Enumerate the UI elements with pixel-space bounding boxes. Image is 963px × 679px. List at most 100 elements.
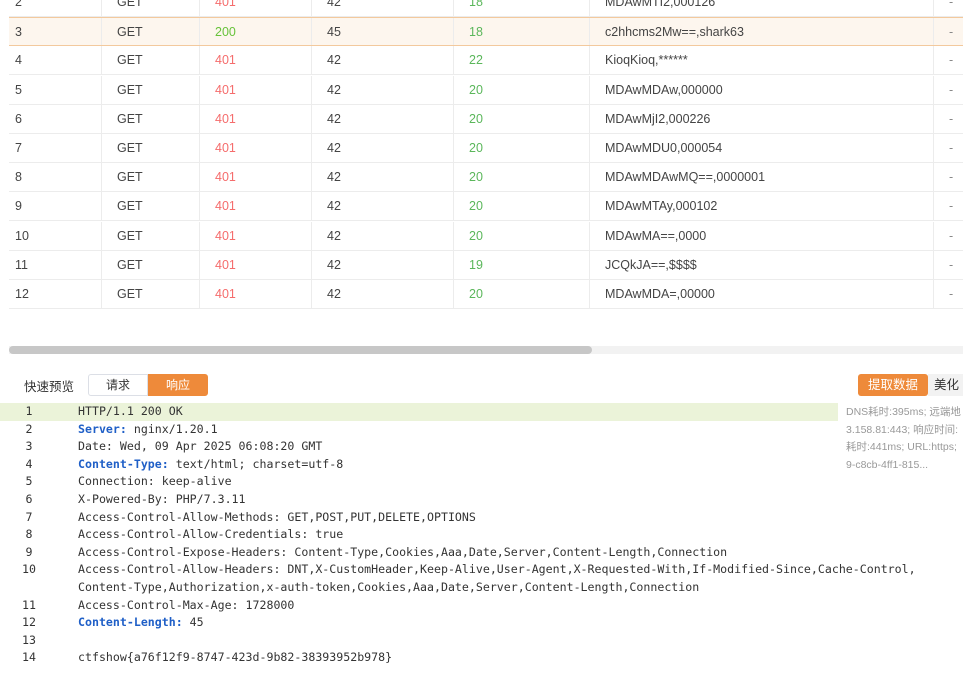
- row-length: 42: [311, 250, 453, 279]
- tab-response[interactable]: 响应: [148, 374, 208, 396]
- table-row[interactable]: 7 GET 401 42 20 MDAwMDU0,000054-: [9, 134, 963, 163]
- line-number: 2: [25, 421, 33, 436]
- row-method: GET: [101, 221, 199, 250]
- table-row[interactable]: 12 GET 401 42 20 MDAwMDA=,00000-: [9, 280, 963, 309]
- extract-data-button[interactable]: 提取数据: [858, 374, 928, 396]
- table-row[interactable]: 3 GET 200 45 18 c2hhcms2Mw==,shark63-: [9, 17, 963, 47]
- row-extra: -: [933, 250, 963, 279]
- beautify-button[interactable]: 美化: [928, 374, 963, 396]
- tab-request[interactable]: 请求: [88, 374, 148, 396]
- code-line: 3 Date: Wed, 09 Apr 2025 06:08:20 GMT: [0, 438, 963, 456]
- header-key: Server:: [78, 421, 127, 436]
- row-id: 12: [15, 287, 29, 301]
- timing-line: 9-c8cb-4ff1-815...: [846, 458, 929, 471]
- row-status: 401: [199, 75, 311, 104]
- line-text: Access-Control-Allow-Credentials: true: [78, 526, 343, 544]
- row-id: 2: [15, 0, 22, 9]
- response-viewer: 1 HTTP/1.1 200 OK 2 Server: nginx/1.20.1 3 Da…: [0, 403, 963, 679]
- row-id: 11: [15, 257, 28, 272]
- timing-line: DNS耗时:395ms; 远端地: [846, 406, 961, 418]
- line-value: HTTP/1.1 200 OK: [78, 404, 183, 418]
- row-length: 42: [311, 163, 453, 192]
- row-status: 401: [199, 250, 311, 279]
- line-text: Content-Type: text/html; charset=utf-8: [78, 456, 343, 474]
- code-line: 9 Access-Control-Expose-Headers: Content-…: [0, 544, 963, 562]
- table-row[interactable]: 9 GET 401 42 20 MDAwMTAy,000102-: [9, 192, 963, 222]
- row-status: 401: [199, 0, 311, 16]
- line-text: X-Powered-By: PHP/7.3.11: [78, 491, 246, 509]
- code-line: 12 Content-Length: 45: [0, 614, 963, 632]
- preview-label: 快速预览: [24, 380, 75, 394]
- code-line: 8 Access-Control-Allow-Credentials: true: [0, 526, 963, 544]
- table-row[interactable]: 5 GET 401 42 20 MDAwMDAw,000000-: [9, 75, 963, 105]
- code-line: 4 Content-Type: text/html; charset=utf-8: [0, 456, 963, 474]
- line-number: 3: [25, 439, 33, 454]
- row-payload: MDAwMjI2,000226: [589, 104, 933, 133]
- row-extra: -: [933, 75, 963, 104]
- line-number: 10: [22, 562, 36, 577]
- row-time: 20: [453, 280, 589, 308]
- line-number: 7: [25, 509, 33, 524]
- row-method: GET: [101, 104, 199, 133]
- row-payload: MDAwMDU0,000054: [589, 134, 933, 162]
- line-number: 5: [25, 474, 33, 489]
- line-number: 12: [22, 615, 36, 630]
- table-row[interactable]: 6 GET 401 42 20 MDAwMjI2,000226-: [9, 104, 963, 134]
- row-status: 401: [199, 221, 311, 250]
- header-key: Content-Length:: [78, 615, 183, 630]
- line-value: text/html; charset=utf-8: [168, 456, 344, 471]
- row-id: 6: [15, 111, 22, 126]
- line-number: 8: [25, 527, 33, 542]
- row-payload: MDAwMA==,0000: [589, 221, 933, 250]
- code-line: 13: [0, 632, 963, 650]
- code-line: 7 Access-Control-Allow-Methods: GET,POST,…: [0, 509, 963, 527]
- line-number: 11: [22, 597, 36, 612]
- row-time: 20: [453, 221, 589, 250]
- row-method: GET: [101, 46, 199, 75]
- row-method: GET: [101, 18, 199, 46]
- table-row[interactable]: 11 GET 401 42 19 JCQkJA==,$$$$ -: [9, 250, 963, 280]
- row-method: GET: [101, 280, 199, 308]
- horizontal-scrollbar[interactable]: [9, 346, 963, 354]
- row-time: 18: [453, 18, 589, 46]
- line-text: Content-Type,Authorization,x-auth-token,…: [78, 579, 699, 597]
- row-status: 401: [199, 46, 311, 75]
- row-extra: -: [933, 46, 963, 75]
- line-number: 9: [25, 544, 33, 559]
- table-row[interactable]: 10 GET 401 42 20 MDAwMA==,0000-: [9, 221, 963, 251]
- line-value: Access-Control-Allow-Headers: DNT,X-Cust…: [78, 562, 916, 577]
- row-extra: -: [933, 221, 963, 250]
- row-status: 401: [199, 104, 311, 133]
- row-extra: -: [933, 134, 963, 162]
- row-payload: c2hhcms2Mw==,shark63: [589, 18, 933, 46]
- row-length: 45: [311, 18, 453, 46]
- row-method: GET: [101, 192, 199, 221]
- row-time: 22: [453, 46, 589, 75]
- line-value: Connection: keep-alive: [78, 474, 232, 489]
- table-row[interactable]: 2 GET 401 42 18 MDAwMTI2,000126-: [9, 0, 963, 17]
- row-method: GET: [101, 75, 199, 104]
- table-row[interactable]: 4 GET 401 42 22 KioqKioq,****** -: [9, 46, 963, 76]
- table-row[interactable]: 8 GET 401 42 20 MDAwMDAwMQ==,0000001-: [9, 163, 963, 193]
- row-id: 10: [15, 228, 29, 243]
- line-text: Access-Control-Max-Age: 1728000: [78, 597, 294, 615]
- row-payload: MDAwMDA=,00000: [589, 280, 933, 308]
- timing-line: 3.158.81:443; 响应时间:: [846, 423, 959, 436]
- row-length: 42: [311, 221, 453, 250]
- row-time: 19: [453, 250, 589, 279]
- code-line: 14 ctfshow{a76f12f9-8747-423d-9b82-383939…: [0, 649, 963, 667]
- line-text: Server: nginx/1.20.1: [78, 421, 218, 439]
- row-extra: -: [933, 192, 963, 221]
- row-payload: MDAwMDAw,000000: [589, 75, 933, 104]
- code-line: 5 Connection: keep-alive: [0, 473, 963, 491]
- row-length: 42: [311, 134, 453, 162]
- line-text: Access-Control-Allow-Methods: GET,POST,P…: [78, 509, 476, 527]
- row-time: 20: [453, 134, 589, 162]
- row-time: 20: [453, 192, 589, 221]
- line-text: ctfshow{a76f12f9-8747-423d-9b82-38393952…: [78, 649, 392, 667]
- code-line: Content-Type,Authorization,x-auth-token,…: [0, 579, 963, 597]
- line-value: Access-Control-Max-Age: 1728000: [78, 597, 295, 612]
- line-text: Content-Length: 45: [78, 614, 204, 632]
- scrollbar-thumb[interactable]: [9, 346, 592, 354]
- row-time: 20: [453, 104, 589, 133]
